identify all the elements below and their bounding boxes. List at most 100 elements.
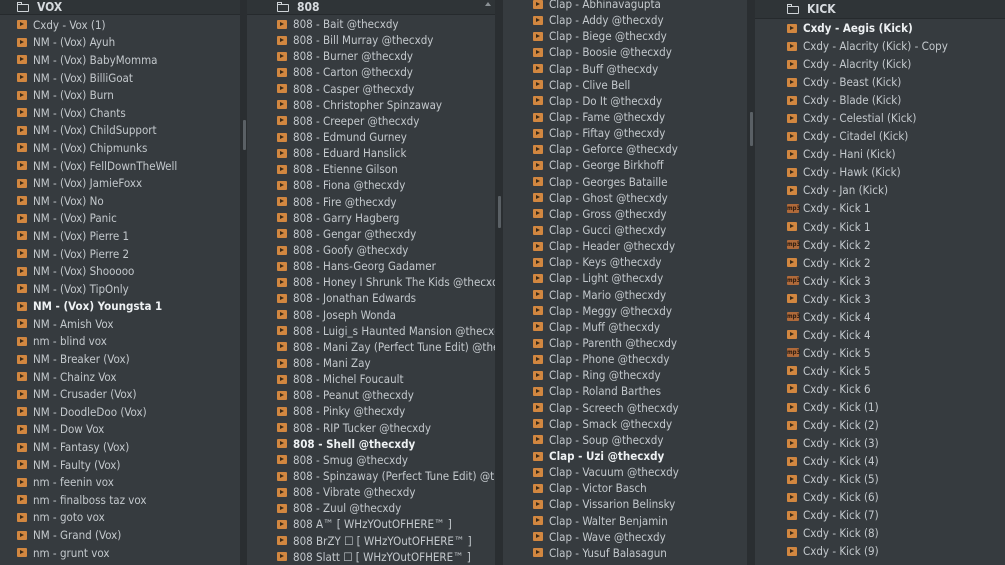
file-item[interactable]: NM - Dow Vox [17,421,240,439]
file-item[interactable]: 808 - Fiona @thecxdy [277,177,495,193]
file-item[interactable]: NM - (Vox) Chants [17,104,240,122]
file-item[interactable]: nm - feenin vox [17,473,240,491]
file-item[interactable]: Clap - George Birkhoff [533,157,747,173]
file-item[interactable]: 808 - Edmund Gurney [277,129,495,145]
panel-header-808[interactable]: 808 [247,0,495,15]
file-item[interactable]: Clap - Ring @thecxdy [533,367,747,383]
file-item[interactable]: NM - Grand (Vox) [17,526,240,544]
file-item[interactable]: NM - (Vox) Pierre 1 [17,227,240,245]
file-item[interactable]: Clap - Mario @thecxdy [533,287,747,303]
file-item[interactable]: Cxdy - Kick 3 [787,290,1005,308]
file-item[interactable]: 808 - Mani Zay (Perfect Tune Edit) @thec… [277,339,495,355]
file-item[interactable]: NM - (Vox) Burn [17,86,240,104]
file-item[interactable]: 808 - RIP Tucker @thecxdy [277,420,495,436]
file-item[interactable]: nm - blind vox [17,333,240,351]
file-item[interactable]: Clap - Light @thecxdy [533,270,747,286]
file-item[interactable]: nm - goto vox [17,509,240,527]
file-item[interactable]: Cxdy - Celestial (Kick) [787,109,1005,127]
file-item[interactable]: Clap - Ghost @thecxdy [533,190,747,206]
file-item[interactable]: Cxdy - Kick (6) [787,488,1005,506]
file-item[interactable]: mp3 Cxdy - Kick 2 [787,236,1005,254]
file-item[interactable]: 808 - Creeper @thecxdy [277,113,495,129]
file-item[interactable]: Clap - Header @thecxdy [533,238,747,254]
file-item[interactable]: Cxdy - Kick (2) [787,416,1005,434]
file-item[interactable]: NM - Chainz Vox [17,368,240,386]
file-item[interactable]: Clap - Roland Barthes [533,383,747,399]
file-item[interactable]: 808 - Jonathan Edwards [277,290,495,306]
file-item[interactable]: Clap - Meggy @thecxdy [533,303,747,319]
file-item[interactable]: NM - (Vox) No [17,192,240,210]
file-item[interactable]: 808 - Garry Hagberg [277,210,495,226]
panel-divider[interactable] [747,0,755,565]
file-item[interactable]: NM - Breaker (Vox) [17,350,240,368]
file-item[interactable]: Clap - Phone @thecxdy [533,351,747,367]
file-item[interactable]: 808 - Carton @thecxdy [277,64,495,80]
panel-header-kick[interactable]: KICK [755,0,1005,19]
file-item[interactable]: NM - (Vox) Panic [17,210,240,228]
file-item[interactable]: Clap - Keys @thecxdy [533,254,747,270]
file-item[interactable]: Clap - Biege @thecxdy [533,28,747,44]
file-item[interactable]: 808 - Goofy @thecxdy [277,242,495,258]
file-item[interactable]: NM - (Vox) Ayuh [17,34,240,52]
file-item[interactable]: 808 - Fire @thecxdy [277,194,495,210]
file-item[interactable]: Cxdy - Beast (Kick) [787,73,1005,91]
file-item[interactable]: nm - grunt vox [17,544,240,562]
file-item[interactable]: Cxdy - Kick 5 [787,362,1005,380]
file-item[interactable]: Clap - Geforce @thecxdy [533,141,747,157]
file-item[interactable]: 808 - Joseph Wonda [277,307,495,323]
scroll-up-icon[interactable] [485,2,491,7]
file-item[interactable]: NM - (Vox) ChildSupport [17,122,240,140]
file-item[interactable]: Cxdy - Citadel (Kick) [787,127,1005,145]
file-item[interactable]: NM - Faulty (Vox) [17,456,240,474]
scrollbar-thumb-808[interactable] [498,196,501,228]
file-item[interactable]: 808 - Peanut @thecxdy [277,387,495,403]
file-item[interactable]: NM - Crusader (Vox) [17,385,240,403]
file-item[interactable]: Cxdy - Kick 6 [787,380,1005,398]
file-item[interactable]: Clap - Smack @thecxdy [533,416,747,432]
file-item[interactable]: 808 - Honey I Shrunk The Kids @thecxdy [277,274,495,290]
file-item[interactable]: Cxdy - Jan (Kick) [787,181,1005,199]
file-item[interactable]: Clap - Muff @thecxdy [533,319,747,335]
file-item[interactable]: Cxdy - Alacrity (Kick) [787,55,1005,73]
file-item[interactable]: 808 - Etienne Gilson [277,161,495,177]
file-item[interactable]: Clap - Parenth @thecxdy [533,335,747,351]
file-item[interactable]: Cxdy - Hawk (Kick) [787,163,1005,181]
file-item[interactable]: 808 - Gengar @thecxdy [277,226,495,242]
scrollbar-thumb-vox[interactable] [243,120,246,150]
file-item[interactable]: Clap - Buff @thecxdy [533,61,747,77]
file-item[interactable]: Clap - Gross @thecxdy [533,206,747,222]
file-item[interactable]: mp3 Cxdy - Kick 4 [787,308,1005,326]
file-item[interactable]: NM - (Vox) Pierre 2 [17,245,240,263]
file-item[interactable]: NM - Fantasy (Vox) [17,438,240,456]
file-item[interactable]: nm - finalboss taz vox [17,491,240,509]
file-item[interactable]: Clap - Fiftay @thecxdy [533,125,747,141]
file-item[interactable]: 808 BrZY ☐ [ WHzYOutOFHERE™ ] [277,533,495,549]
file-item[interactable]: NM - (Vox) Shooooo [17,262,240,280]
file-item[interactable]: 808 Slatt ☐ [ WHzYOutOFHERE™ ] [277,549,495,565]
file-item[interactable]: NM - Amish Vox [17,315,240,333]
file-item[interactable]: 808 - Eduard Hanslick [277,145,495,161]
file-item[interactable]: 808 A™ [ WHzYOutOFHERE™ ] [277,516,495,532]
file-item[interactable]: Clap - Yusuf Balasagun [533,545,747,561]
file-item[interactable]: NM - (Vox) FellDownTheWell [17,157,240,175]
file-item[interactable]: NM - DoodleDoo (Vox) [17,403,240,421]
file-item[interactable]: 808 - Pinky @thecxdy [277,403,495,419]
file-item[interactable]: Cxdy - Kick (7) [787,506,1005,524]
file-item[interactable]: NM - (Vox) BabyMomma [17,51,240,69]
panel-divider[interactable] [240,0,247,565]
file-item[interactable]: 808 - Hans-Georg Gadamer [277,258,495,274]
file-item[interactable]: Clap - Victor Basch [533,480,747,496]
file-item[interactable]: Cxdy - Kick (3) [787,434,1005,452]
file-item[interactable]: 808 - Michel Foucault [277,371,495,387]
file-item[interactable]: Clap - Boosie @thecxdy [533,44,747,60]
file-item[interactable]: Clap - Vissarion Belinsky [533,496,747,512]
file-item[interactable]: Cxdy - Hani (Kick) [787,145,1005,163]
file-item[interactable]: NM - (Vox) TipOnly [17,280,240,298]
file-item[interactable]: Clap - Addy @thecxdy [533,12,747,28]
file-item[interactable]: Clap - Gucci @thecxdy [533,222,747,238]
file-item[interactable]: Cxdy - Kick 2 [787,254,1005,272]
file-item[interactable]: 808 - Christopher Spinzaway [277,97,495,113]
panel-divider[interactable] [495,0,503,565]
file-item[interactable]: mp3 Cxdy - Kick 1 [787,199,1005,217]
file-item[interactable]: Clap - Fame @thecxdy [533,109,747,125]
